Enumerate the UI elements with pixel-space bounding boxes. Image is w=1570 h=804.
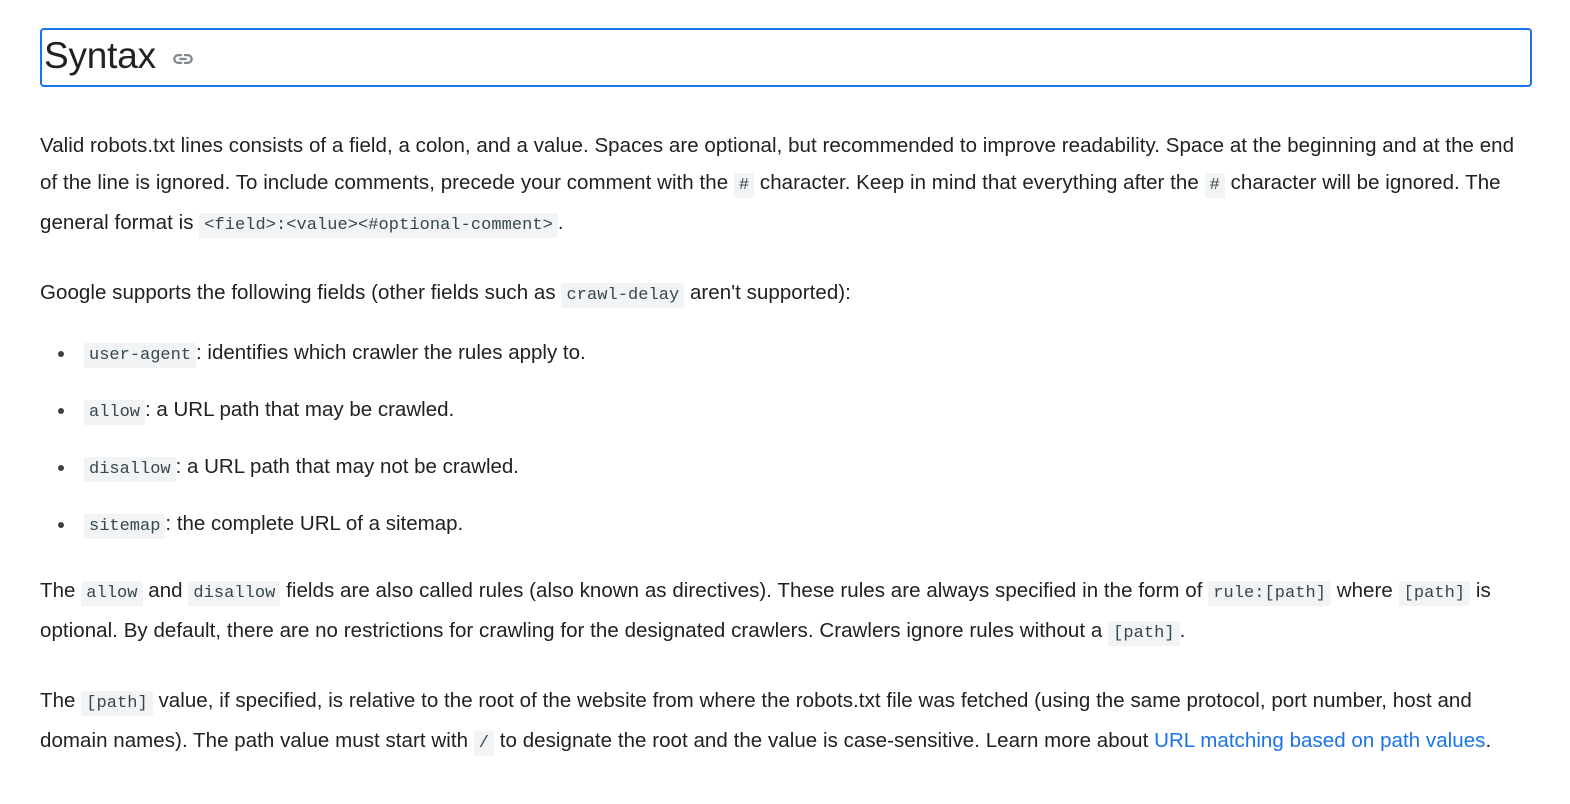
rules-text-1: The: [40, 579, 82, 602]
code-allow: allow: [81, 581, 143, 606]
fields-intro-text-1: Google supports the following fields (ot…: [40, 281, 562, 304]
code-path-1: [path]: [1398, 581, 1471, 606]
list-item: allow: a URL path that may be crawled.: [58, 395, 1530, 428]
field-code: disallow: [84, 457, 176, 482]
path-text-4: .: [1485, 729, 1492, 752]
code-crawl-delay: crawl-delay: [561, 283, 685, 308]
rules-text-6: .: [1179, 619, 1186, 642]
list-item: sitemap: the complete URL of a sitemap.: [58, 509, 1530, 542]
page-title: Syntax: [44, 33, 1524, 79]
field-code: user-agent: [84, 343, 197, 368]
code-rule-path: rule:[path]: [1208, 581, 1331, 606]
path-text-1: The: [40, 689, 82, 712]
code-hash-2: #: [1204, 173, 1225, 198]
document-page: Syntax Valid robots.txt lines consists o…: [0, 0, 1570, 762]
code-path-2: [path]: [1108, 621, 1180, 646]
rules-text-3: fields are also called rules (also known…: [280, 579, 1209, 602]
code-general-format: <field>:<value><#optional-comment>: [199, 213, 558, 238]
list-item: user-agent: identifies which crawler the…: [58, 338, 1530, 371]
intro-text-4: .: [557, 211, 564, 234]
list-item: disallow: a URL path that may not be cra…: [58, 452, 1530, 485]
field-description: : a URL path that may be crawled.: [145, 398, 455, 421]
field-description: : a URL path that may not be crawled.: [175, 455, 519, 478]
field-code: allow: [84, 400, 146, 425]
link-icon[interactable]: [170, 46, 196, 72]
rules-text-2: and: [142, 579, 189, 602]
code-path-3: [path]: [81, 691, 153, 716]
field-description: : identifies which crawler the rules app…: [196, 341, 586, 364]
section-heading-focus-ring[interactable]: Syntax: [40, 28, 1532, 87]
field-description: : the complete URL of a sitemap.: [165, 512, 464, 535]
path-text-3: to designate the root and the value is c…: [494, 729, 1155, 752]
code-slash: /: [473, 731, 495, 756]
code-hash-1: #: [733, 173, 755, 198]
paragraph-fields-intro: Google supports the following fields (ot…: [40, 274, 1530, 314]
paragraph-path-value: The [path] value, if specified, is relat…: [40, 682, 1530, 762]
page-title-text: Syntax: [44, 35, 156, 76]
url-matching-link[interactable]: URL matching based on path values: [1154, 729, 1485, 752]
rules-text-4: where: [1331, 579, 1399, 602]
field-code: sitemap: [84, 514, 166, 539]
supported-fields-list: user-agent: identifies which crawler the…: [40, 338, 1530, 542]
code-disallow: disallow: [188, 581, 281, 606]
intro-text-2: character. Keep in mind that everything …: [754, 171, 1205, 194]
fields-intro-text-2: aren't supported):: [684, 281, 851, 304]
paragraph-rules: The allow and disallow fields are also c…: [40, 572, 1530, 652]
paragraph-intro: Valid robots.txt lines consists of a fie…: [40, 127, 1530, 244]
